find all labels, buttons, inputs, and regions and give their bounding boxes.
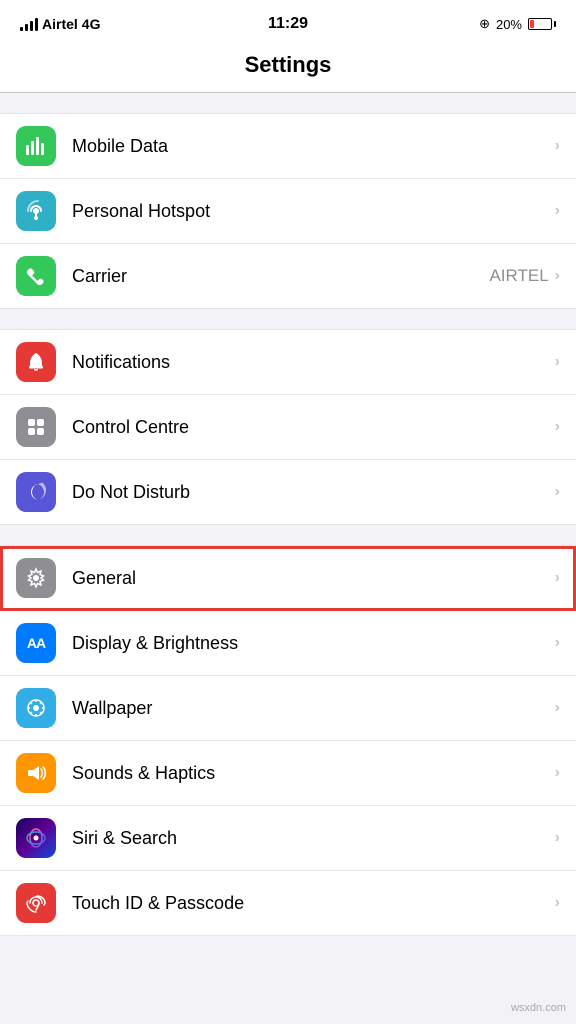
control-centre-icon xyxy=(16,407,56,447)
touch-id-chevron: › xyxy=(555,894,560,912)
carrier-chevron: › xyxy=(555,267,560,285)
settings-item-do-not-disturb[interactable]: Do Not Disturb › xyxy=(0,460,576,524)
settings-item-personal-hotspot[interactable]: Personal Hotspot › xyxy=(0,179,576,244)
siri-search-chevron: › xyxy=(555,829,560,847)
general-icon xyxy=(16,558,56,598)
notifications-icon xyxy=(16,342,56,382)
settings-item-general[interactable]: General › xyxy=(0,546,576,611)
settings-item-touch-id[interactable]: Touch ID & Passcode › xyxy=(0,871,576,935)
display-brightness-label: Display & Brightness xyxy=(72,633,555,654)
control-centre-chevron: › xyxy=(555,418,560,436)
mobile-data-label: Mobile Data xyxy=(72,136,555,157)
wallpaper-icon xyxy=(16,688,56,728)
touch-id-icon xyxy=(16,883,56,923)
notifications-chevron: › xyxy=(555,353,560,371)
do-not-disturb-chevron: › xyxy=(555,483,560,501)
display-brightness-chevron: › xyxy=(555,634,560,652)
mobile-data-chevron: › xyxy=(555,137,560,155)
settings-item-control-centre[interactable]: Control Centre › xyxy=(0,395,576,460)
carrier-value: AIRTEL xyxy=(489,266,548,286)
network-type: 4G xyxy=(82,16,101,32)
settings-item-mobile-data[interactable]: Mobile Data › xyxy=(0,114,576,179)
wallpaper-chevron: › xyxy=(555,699,560,717)
carrier-name: Airtel xyxy=(42,16,78,32)
general-label: General xyxy=(72,568,555,589)
notifications-label: Notifications xyxy=(72,352,555,373)
battery-area: ⊕ 20% xyxy=(479,16,556,32)
touch-id-label: Touch ID & Passcode xyxy=(72,893,555,914)
personal-hotspot-icon xyxy=(16,191,56,231)
settings-group-system: Notifications › Control Centre › xyxy=(0,329,576,525)
wallpaper-label: Wallpaper xyxy=(72,698,555,719)
do-not-disturb-label: Do Not Disturb xyxy=(72,482,555,503)
sounds-haptics-label: Sounds & Haptics xyxy=(72,763,555,784)
settings-item-notifications[interactable]: Notifications › xyxy=(0,330,576,395)
personal-hotspot-chevron: › xyxy=(555,202,560,220)
settings-item-display-brightness[interactable]: AA Display & Brightness › xyxy=(0,611,576,676)
siri-search-icon xyxy=(16,818,56,858)
carrier-icon xyxy=(16,256,56,296)
sounds-haptics-chevron: › xyxy=(555,764,560,782)
location-icon: ⊕ xyxy=(479,16,490,32)
general-chevron: › xyxy=(555,569,560,587)
status-time: 11:29 xyxy=(268,15,308,33)
display-brightness-icon: AA xyxy=(16,623,56,663)
settings-group-display: General › AA Display & Brightness › xyxy=(0,545,576,936)
control-centre-label: Control Centre xyxy=(72,417,555,438)
carrier-label: Carrier xyxy=(72,266,489,287)
settings-item-siri-search[interactable]: Siri & Search › xyxy=(0,806,576,871)
page-title: Settings xyxy=(20,52,556,78)
carrier-signal: Airtel 4G xyxy=(20,16,100,32)
siri-search-label: Siri & Search xyxy=(72,828,555,849)
settings-group-network: Mobile Data › Personal Hotspot › xyxy=(0,113,576,309)
do-not-disturb-icon xyxy=(16,472,56,512)
sounds-haptics-icon xyxy=(16,753,56,793)
signal-icon xyxy=(20,17,38,31)
page-title-bar: Settings xyxy=(0,44,576,93)
settings-item-sounds-haptics[interactable]: Sounds & Haptics › xyxy=(0,741,576,806)
mobile-data-icon xyxy=(16,126,56,166)
watermark: wsxdn.com xyxy=(511,1002,566,1014)
status-bar: Airtel 4G 11:29 ⊕ 20% xyxy=(0,0,576,44)
battery-icon xyxy=(528,18,556,30)
settings-item-wallpaper[interactable]: Wallpaper › xyxy=(0,676,576,741)
settings-item-carrier[interactable]: Carrier AIRTEL › xyxy=(0,244,576,308)
personal-hotspot-label: Personal Hotspot xyxy=(72,201,555,222)
battery-percent: 20% xyxy=(496,17,522,32)
